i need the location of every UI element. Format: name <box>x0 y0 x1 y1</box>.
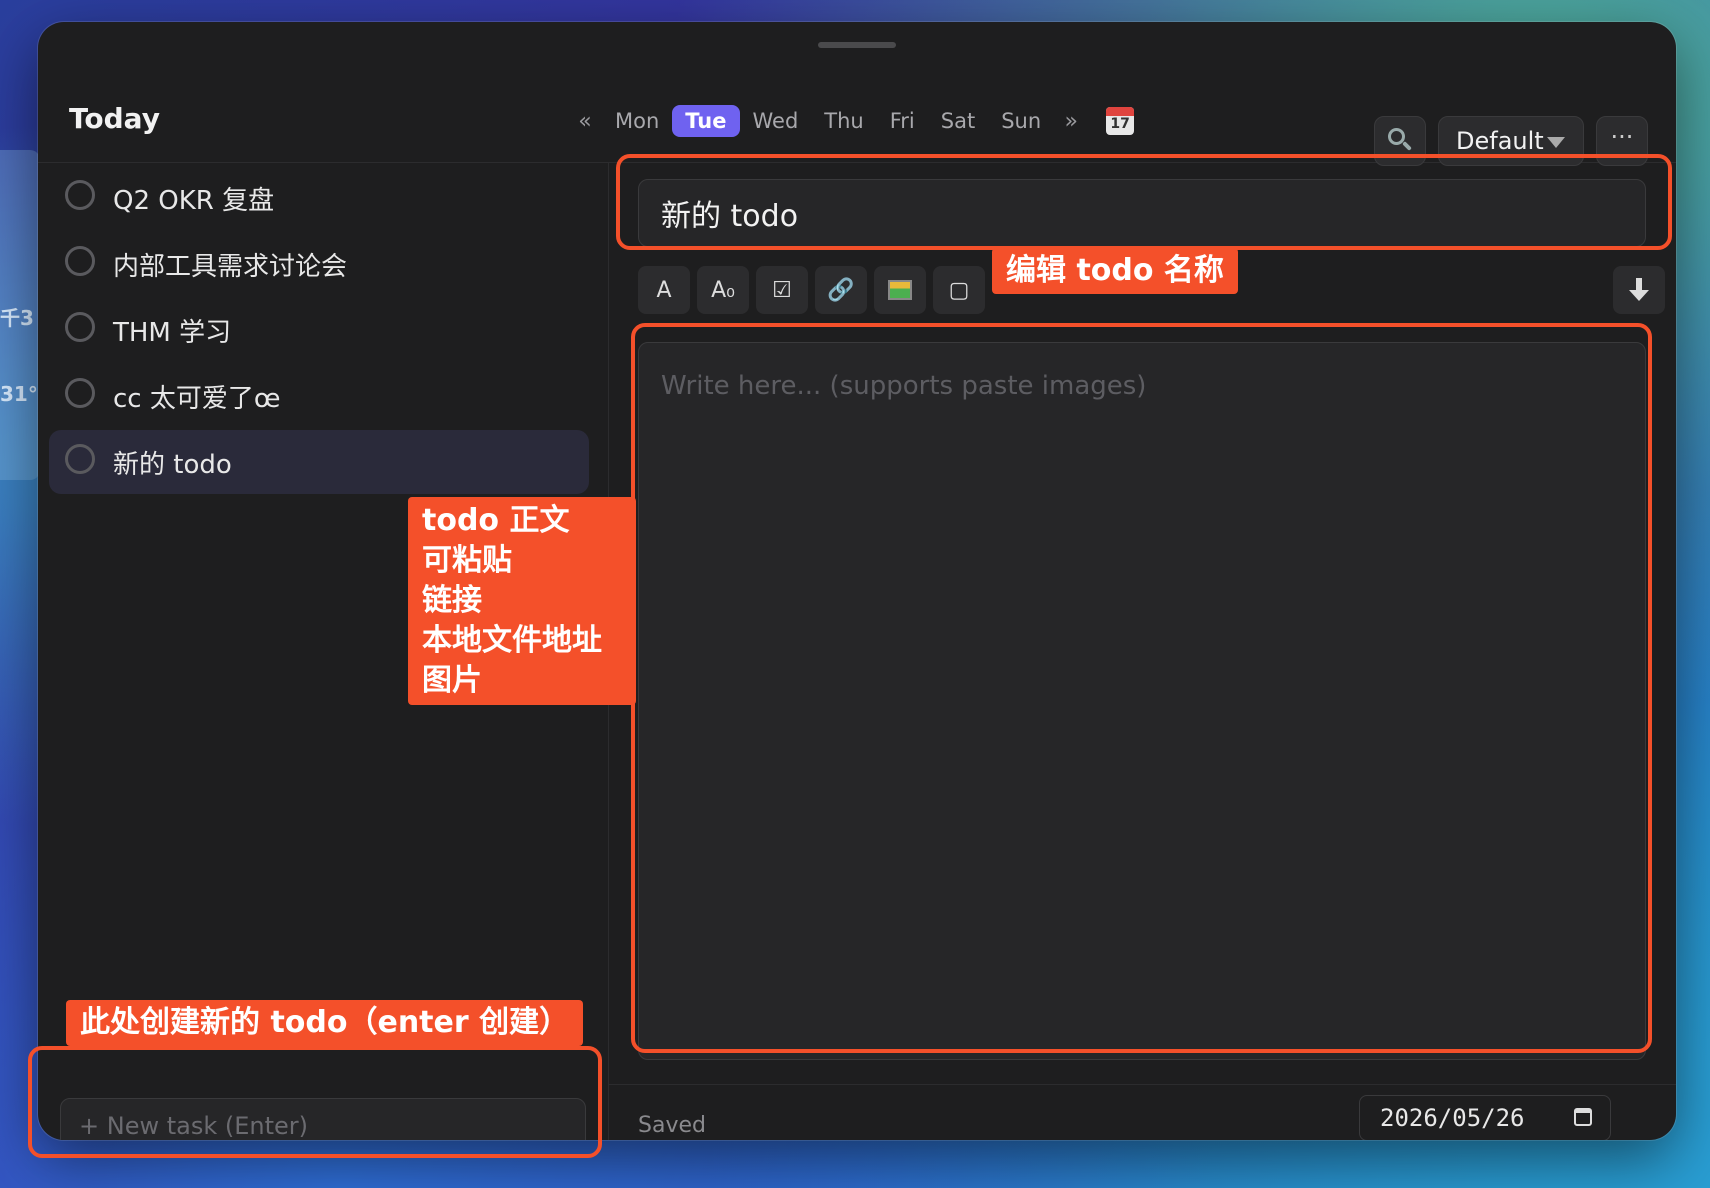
save-status: Saved <box>638 1113 706 1138</box>
task-label: 新的 todo <box>113 450 232 480</box>
font-size-button[interactable]: A₀ <box>697 266 749 314</box>
annotation-label-new-task: 此处创建新的 todo（enter 创建） <box>66 1000 584 1046</box>
due-date-value: 2026/05/26 <box>1380 1104 1525 1132</box>
annotation-line: 可粘贴 <box>422 543 512 578</box>
task-item[interactable]: Q2 OKR 复盘 <box>49 166 589 230</box>
task-checkbox[interactable] <box>65 312 95 342</box>
task-label: 内部工具需求讨论会 <box>113 252 348 282</box>
calendar-icon[interactable]: 17 <box>1106 107 1135 135</box>
download-button[interactable] <box>1613 266 1665 314</box>
copy-button[interactable]: ▢ <box>933 266 985 314</box>
day-tab-thu[interactable]: Thu <box>811 105 876 137</box>
task-item[interactable]: 内部工具需求讨论会 <box>49 232 589 296</box>
checkbox-button[interactable]: ☑ <box>756 266 808 314</box>
widget-temp: 31° <box>0 382 38 406</box>
footer-divider <box>609 1084 1676 1085</box>
desktop-weather-widget: 千3 31° <box>0 150 40 480</box>
format-toolbar: A A₀ ☑ 🔗 ▢ <box>638 266 985 314</box>
task-item[interactable]: cc 太可爱了œ <box>49 364 589 428</box>
day-tab-fri[interactable]: Fri <box>877 105 928 137</box>
image-icon <box>888 280 912 300</box>
task-item[interactable]: THM 学习 <box>49 298 589 362</box>
task-label: Q2 OKR 复盘 <box>113 186 275 216</box>
annotation-line: todo 正文 <box>422 503 570 538</box>
annotation-label-title: 编辑 todo 名称 <box>992 248 1238 294</box>
due-date-input[interactable]: 2026/05/26 <box>1359 1095 1611 1140</box>
day-tab-sat[interactable]: Sat <box>928 105 988 137</box>
day-tab-tue[interactable]: Tue <box>672 105 740 137</box>
day-tab-wed[interactable]: Wed <box>740 105 812 137</box>
annotation-label-body: todo 正文 可粘贴 链接 本地文件地址 图片 <box>408 497 636 705</box>
link-button[interactable]: 🔗 <box>815 266 867 314</box>
annotation-box-new-task <box>28 1046 602 1158</box>
day-tab-mon[interactable]: Mon <box>602 105 672 137</box>
chevron-down-icon <box>1547 137 1565 148</box>
image-button[interactable] <box>874 266 926 314</box>
annotation-line: 本地文件地址 <box>422 623 602 658</box>
task-checkbox[interactable] <box>65 378 95 408</box>
task-label: THM 学习 <box>113 318 232 348</box>
annotation-box-body <box>631 323 1652 1053</box>
annotation-line: 图片 <box>422 663 482 698</box>
day-tab-sun[interactable]: Sun <box>988 105 1054 137</box>
profile-dropdown-value: Default <box>1456 127 1544 155</box>
prev-week-button[interactable]: « <box>568 109 602 134</box>
annotation-line: 链接 <box>422 583 482 618</box>
window-drag-handle[interactable] <box>818 42 896 48</box>
next-week-button[interactable]: » <box>1054 109 1088 134</box>
widget-text: 千3 <box>0 306 34 330</box>
task-checkbox[interactable] <box>65 246 95 276</box>
font-button[interactable]: A <box>638 266 690 314</box>
calendar-icon-day: 17 <box>1110 116 1130 132</box>
annotation-box-title <box>616 154 1672 250</box>
header: Today « Mon Tue Wed Thu Fri Sat Sun » 17… <box>38 62 1676 166</box>
week-navigation: « Mon Tue Wed Thu Fri Sat Sun » 17 <box>568 104 1135 138</box>
calendar-picker-icon[interactable] <box>1574 1108 1592 1126</box>
page-title: Today <box>69 102 160 135</box>
task-item-selected[interactable]: 新的 todo <box>49 430 589 494</box>
task-label: cc 太可爱了œ <box>113 384 281 414</box>
task-checkbox[interactable] <box>65 180 95 210</box>
task-checkbox[interactable] <box>65 444 95 474</box>
